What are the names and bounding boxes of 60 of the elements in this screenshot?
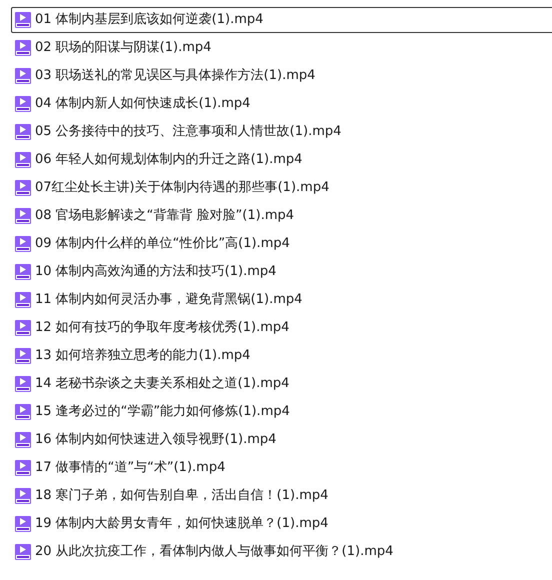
file-name: 09 体制内什么样的单位“性价比”高(1).mp4: [35, 235, 290, 254]
file-item[interactable]: 19 体制内大龄男女青年，如何快速脱单？(1).mp4: [11, 511, 552, 537]
video-file-icon: [15, 292, 31, 308]
file-item[interactable]: 16 体制内如何快速进入领导视野(1).mp4: [11, 427, 552, 453]
file-name: 01 体制内基层到底该如何逆袭(1).mp4: [35, 11, 264, 30]
video-file-icon: [15, 376, 31, 392]
video-file-icon: [15, 236, 31, 252]
file-item[interactable]: 06 年轻人如何规划体制内的升迁之路(1).mp4: [11, 147, 552, 173]
file-name: 03 职场送礼的常见误区与具体操作方法(1).mp4: [35, 67, 316, 86]
file-item[interactable]: 09 体制内什么样的单位“性价比”高(1).mp4: [11, 231, 552, 257]
video-file-icon: [15, 544, 31, 560]
file-name: 02 职场的阳谋与阴谋(1).mp4: [35, 39, 212, 58]
file-item[interactable]: 15 逢考必过的“学霸”能力如何修炼(1).mp4: [11, 399, 552, 425]
file-item[interactable]: 20 从此次抗疫工作，看体制内做人与做事如何平衡？(1).mp4: [11, 539, 552, 565]
file-name: 17 做事情的“道”与“术”(1).mp4: [35, 459, 226, 478]
file-item[interactable]: 18 寒门子弟，如何告别自卑，活出自信！(1).mp4: [11, 483, 552, 509]
video-file-icon: [15, 12, 31, 28]
file-name: 15 逢考必过的“学霸”能力如何修炼(1).mp4: [35, 403, 290, 422]
file-item[interactable]: 05 公务接待中的技巧、注意事项和人情世故(1).mp4: [11, 119, 552, 145]
file-item[interactable]: 07红尘处长主讲)关于体制内待遇的那些事(1).mp4: [11, 175, 552, 201]
file-item[interactable]: 03 职场送礼的常见误区与具体操作方法(1).mp4: [11, 63, 552, 89]
file-item[interactable]: 14 老秘书杂谈之夫妻关系相处之道(1).mp4: [11, 371, 552, 397]
file-item[interactable]: 08 官场电影解读之“背靠背 脸对脸”(1).mp4: [11, 203, 552, 229]
file-name: 13 如何培养独立思考的能力(1).mp4: [35, 347, 250, 366]
file-name: 04 体制内新人如何快速成长(1).mp4: [35, 95, 250, 114]
video-file-icon: [15, 124, 31, 140]
file-item[interactable]: 10 体制内高效沟通的方法和技巧(1).mp4: [11, 259, 552, 285]
file-item[interactable]: 04 体制内新人如何快速成长(1).mp4: [11, 91, 552, 117]
video-file-icon: [15, 404, 31, 420]
video-file-icon: [15, 96, 31, 112]
video-file-icon: [15, 40, 31, 56]
video-file-icon: [15, 152, 31, 168]
file-name: 18 寒门子弟，如何告别自卑，活出自信！(1).mp4: [35, 487, 328, 506]
file-name: 11 体制内如何灵活办事，避免背黑锅(1).mp4: [35, 291, 302, 310]
video-file-icon: [15, 488, 31, 504]
file-item[interactable]: 12 如何有技巧的争取年度考核优秀(1).mp4: [11, 315, 552, 341]
video-file-icon: [15, 516, 31, 532]
file-item[interactable]: 11 体制内如何灵活办事，避免背黑锅(1).mp4: [11, 287, 552, 313]
video-file-icon: [15, 320, 31, 336]
file-name: 20 从此次抗疫工作，看体制内做人与做事如何平衡？(1).mp4: [35, 543, 394, 562]
video-file-icon: [15, 180, 31, 196]
file-name: 10 体制内高效沟通的方法和技巧(1).mp4: [35, 263, 276, 282]
file-name: 12 如何有技巧的争取年度考核优秀(1).mp4: [35, 319, 290, 338]
video-file-icon: [15, 68, 31, 84]
file-name: 06 年轻人如何规划体制内的升迁之路(1).mp4: [35, 151, 302, 170]
file-item[interactable]: 13 如何培养独立思考的能力(1).mp4: [11, 343, 552, 369]
video-file-icon: [15, 460, 31, 476]
video-file-icon: [15, 264, 31, 280]
file-item[interactable]: 01 体制内基层到底该如何逆袭(1).mp4: [11, 7, 552, 33]
file-item[interactable]: 17 做事情的“道”与“术”(1).mp4: [11, 455, 552, 481]
file-name: 16 体制内如何快速进入领导视野(1).mp4: [35, 431, 276, 450]
file-name: 08 官场电影解读之“背靠背 脸对脸”(1).mp4: [35, 207, 294, 226]
video-file-icon: [15, 208, 31, 224]
file-name: 07红尘处长主讲)关于体制内待遇的那些事(1).mp4: [35, 179, 330, 198]
file-name: 19 体制内大龄男女青年，如何快速脱单？(1).mp4: [35, 515, 328, 534]
file-item[interactable]: 02 职场的阳谋与阴谋(1).mp4: [11, 35, 552, 61]
video-file-icon: [15, 348, 31, 364]
file-name: 14 老秘书杂谈之夫妻关系相处之道(1).mp4: [35, 375, 290, 394]
video-file-icon: [15, 432, 31, 448]
file-name: 05 公务接待中的技巧、注意事项和人情世故(1).mp4: [35, 123, 342, 142]
